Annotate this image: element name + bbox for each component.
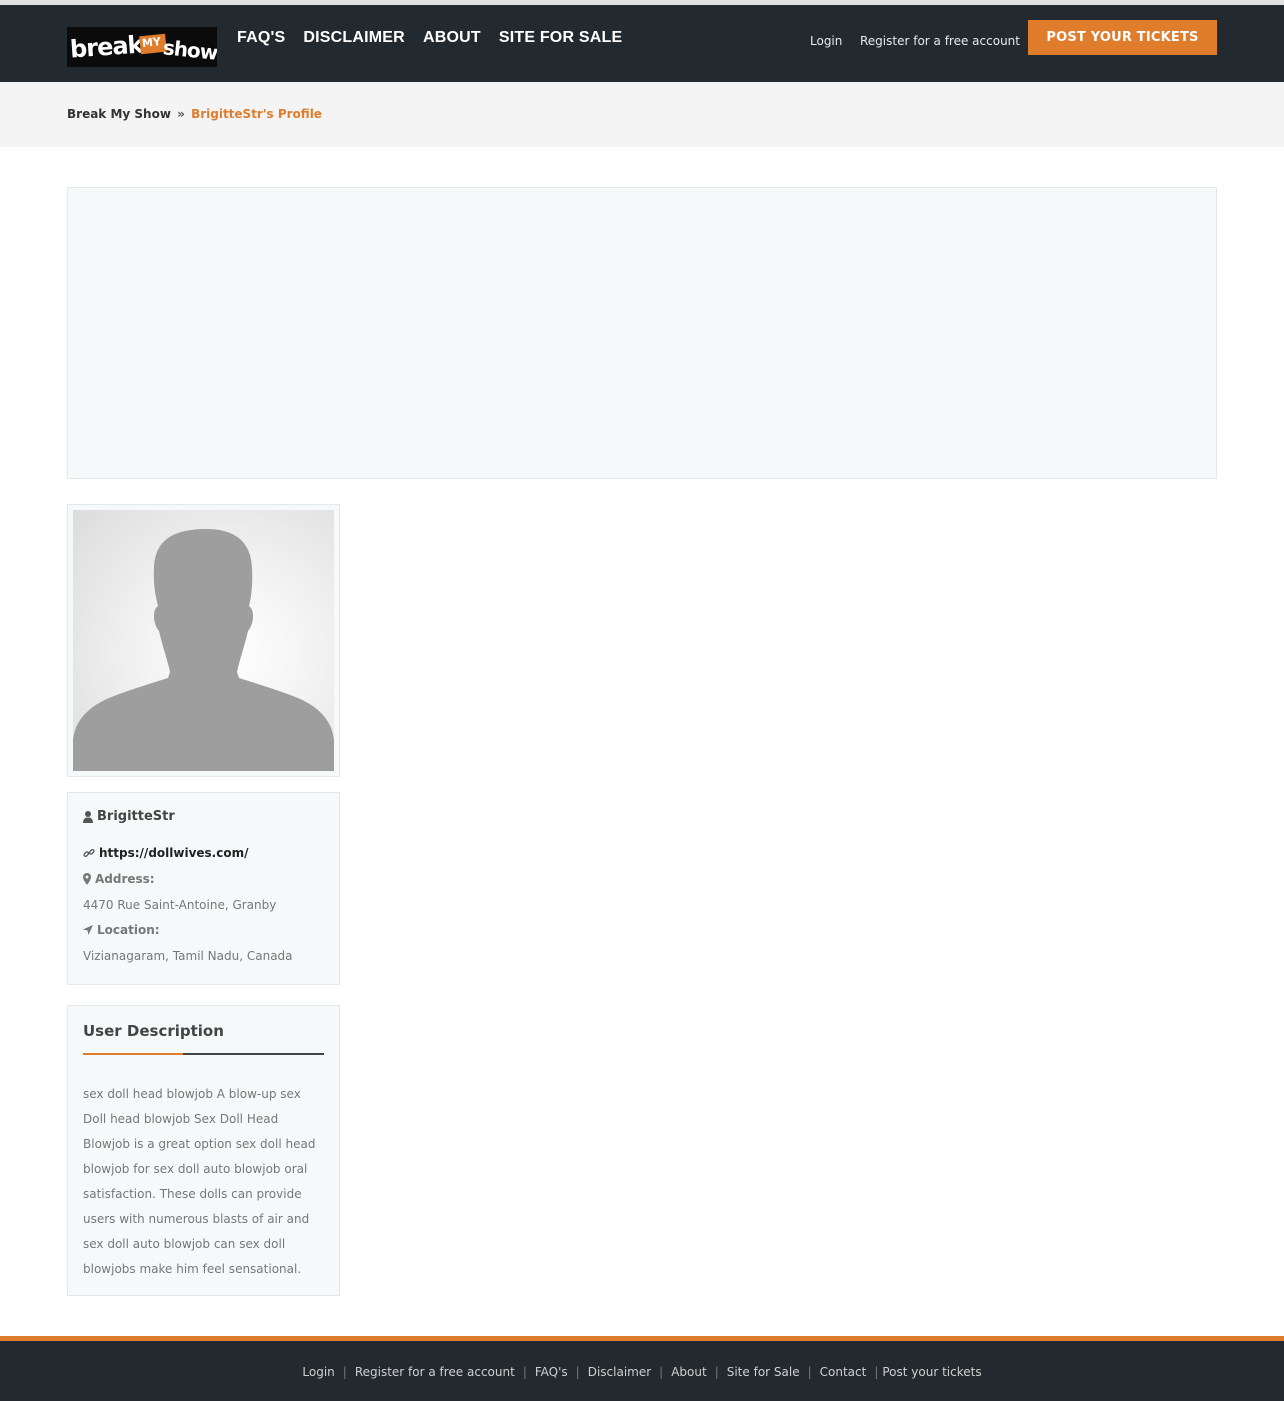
footer-link-login[interactable]: Login <box>302 1365 334 1379</box>
footer-separator: | <box>659 1365 664 1379</box>
footer-separator: | <box>807 1365 812 1379</box>
main-nav: FAQ'S DISCLAIMER ABOUT SITE FOR SALE <box>237 29 622 47</box>
avatar-panel <box>67 504 340 777</box>
footer-separator: | <box>522 1365 527 1379</box>
footer-link-faqs[interactable]: FAQ's <box>535 1365 568 1379</box>
footer-link-about[interactable]: About <box>671 1365 706 1379</box>
profile-website-link[interactable]: https://dollwives.com/ <box>99 846 248 860</box>
footer-link-register[interactable]: Register for a free account <box>355 1365 515 1379</box>
breadcrumb: Break My Show » BrigitteStr's Profile <box>67 107 322 121</box>
footer-separator: | <box>342 1365 347 1379</box>
profile-info-panel: BrigitteStr https://dollwives.com/ Addre… <box>67 792 340 985</box>
footer-separator: | <box>714 1365 719 1379</box>
breadcrumb-separator: » <box>177 107 185 121</box>
user-description-panel: User Description sex doll head blowjob A… <box>67 1005 340 1296</box>
user-description-text: sex doll head blowjob A blow-up sex Doll… <box>83 1087 316 1276</box>
site-header: break MY show FAQ'S DISCLAIMER ABOUT SIT… <box>0 5 1284 82</box>
site-logo[interactable]: break MY show <box>67 27 217 67</box>
title-divider-accent <box>83 1053 183 1055</box>
user-description-title: User Description <box>83 1022 224 1040</box>
footer-separator: | <box>575 1365 580 1379</box>
address-label-row: Address: <box>83 872 155 886</box>
location-arrow-icon <box>83 925 93 935</box>
post-tickets-button[interactable]: POST YOUR TICKETS <box>1028 20 1217 55</box>
logo-word-break: break <box>69 30 144 64</box>
ad-placeholder <box>67 187 1217 479</box>
profile-website-row: https://dollwives.com/ <box>83 846 248 860</box>
avatar <box>73 510 334 771</box>
footer-links: Login | Register for a free account | FA… <box>0 1365 1284 1379</box>
profile-username: BrigitteStr <box>97 809 175 824</box>
breadcrumb-current: BrigitteStr's Profile <box>191 107 322 121</box>
footer-link-site-for-sale[interactable]: Site for Sale <box>727 1365 800 1379</box>
nav-item-faqs[interactable]: FAQ'S <box>237 29 285 47</box>
logo-word-my: MY <box>141 35 162 50</box>
logo-word-show: show <box>161 35 217 65</box>
address-value: 4470 Rue Saint-Antoine, Granby <box>83 898 277 912</box>
address-label: Address: <box>95 872 155 886</box>
footer-link-disclaimer[interactable]: Disclaimer <box>588 1365 651 1379</box>
profile-username-row: BrigitteStr <box>83 809 175 824</box>
user-silhouette-icon <box>73 528 334 771</box>
nav-item-disclaimer[interactable]: DISCLAIMER <box>303 29 405 47</box>
register-link[interactable]: Register for a free account <box>860 34 1020 48</box>
link-icon <box>83 849 95 857</box>
footer-link-post-tickets[interactable]: Post your tickets <box>882 1365 981 1379</box>
footer-link-contact[interactable]: Contact <box>820 1365 867 1379</box>
location-value: Vizianagaram, Tamil Nadu, Canada <box>83 949 293 963</box>
nav-item-about[interactable]: ABOUT <box>423 29 481 47</box>
site-footer: Login | Register for a free account | FA… <box>0 1341 1284 1401</box>
location-label-row: Location: <box>83 923 160 937</box>
location-label: Location: <box>97 923 160 937</box>
login-link[interactable]: Login <box>810 34 842 48</box>
breadcrumb-bar: Break My Show » BrigitteStr's Profile <box>0 82 1284 147</box>
footer-separator: | <box>874 1365 879 1379</box>
map-marker-icon <box>83 873 91 885</box>
breadcrumb-home-link[interactable]: Break My Show <box>67 107 171 121</box>
user-icon <box>83 810 93 823</box>
nav-item-site-for-sale[interactable]: SITE FOR SALE <box>499 29 623 47</box>
